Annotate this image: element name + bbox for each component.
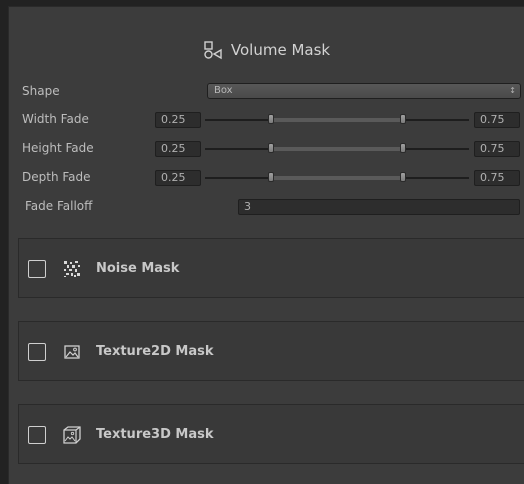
slider-max-handle[interactable] <box>400 114 406 124</box>
image-icon <box>64 345 80 359</box>
texture3d-mask-section[interactable]: Texture3D Mask <box>18 404 524 464</box>
texture2d-mask-section[interactable]: Texture2D Mask <box>18 321 524 381</box>
slider-max-handle[interactable] <box>400 143 406 153</box>
height-fade-min-field[interactable]: 0.25 <box>155 141 201 157</box>
slider-range <box>271 118 403 122</box>
slider-max-handle[interactable] <box>400 172 406 182</box>
texture3d-mask-checkbox[interactable] <box>28 426 46 444</box>
depth-fade-max-field[interactable]: 0.75 <box>474 170 520 186</box>
slider-min-handle[interactable] <box>268 172 274 182</box>
fade-falloff-field[interactable]: 3 <box>238 199 520 215</box>
shape-value: Box <box>214 85 233 96</box>
slider-range <box>271 147 403 151</box>
noise-icon <box>64 261 80 277</box>
noise-mask-title: Noise Mask <box>96 261 180 276</box>
width-fade-slider[interactable] <box>205 114 469 124</box>
shapes-icon <box>204 41 222 60</box>
depth-fade-slider[interactable] <box>205 172 469 182</box>
fade-falloff-label: Fade Falloff <box>25 199 93 213</box>
shape-dropdown[interactable]: Box ↕ <box>207 83 521 99</box>
shape-label: Shape <box>22 84 60 98</box>
noise-mask-section[interactable]: Noise Mask <box>18 238 524 298</box>
texture2d-mask-title: Texture2D Mask <box>96 344 214 359</box>
noise-mask-checkbox[interactable] <box>28 260 46 278</box>
panel-title: Volume Mask <box>230 41 331 59</box>
volume-mask-panel: Volume Mask Shape Box ↕ Width Fade 0.25 … <box>8 6 524 484</box>
texture3d-mask-title: Texture3D Mask <box>96 427 214 442</box>
height-fade-label: Height Fade <box>22 141 94 155</box>
width-fade-max-field[interactable]: 0.75 <box>474 112 520 128</box>
height-fade-slider[interactable] <box>205 143 469 153</box>
height-fade-max-field[interactable]: 0.75 <box>474 141 520 157</box>
slider-range <box>271 176 403 180</box>
slider-min-handle[interactable] <box>268 114 274 124</box>
width-fade-min-field[interactable]: 0.25 <box>155 112 201 128</box>
panel-header: Volume Mask <box>9 37 524 63</box>
dropdown-arrow-icon: ↕ <box>509 86 516 95</box>
depth-fade-label: Depth Fade <box>22 170 91 184</box>
slider-min-handle[interactable] <box>268 143 274 153</box>
cube-image-icon <box>63 426 81 444</box>
depth-fade-min-field[interactable]: 0.25 <box>155 170 201 186</box>
width-fade-label: Width Fade <box>22 112 89 126</box>
texture2d-mask-checkbox[interactable] <box>28 343 46 361</box>
